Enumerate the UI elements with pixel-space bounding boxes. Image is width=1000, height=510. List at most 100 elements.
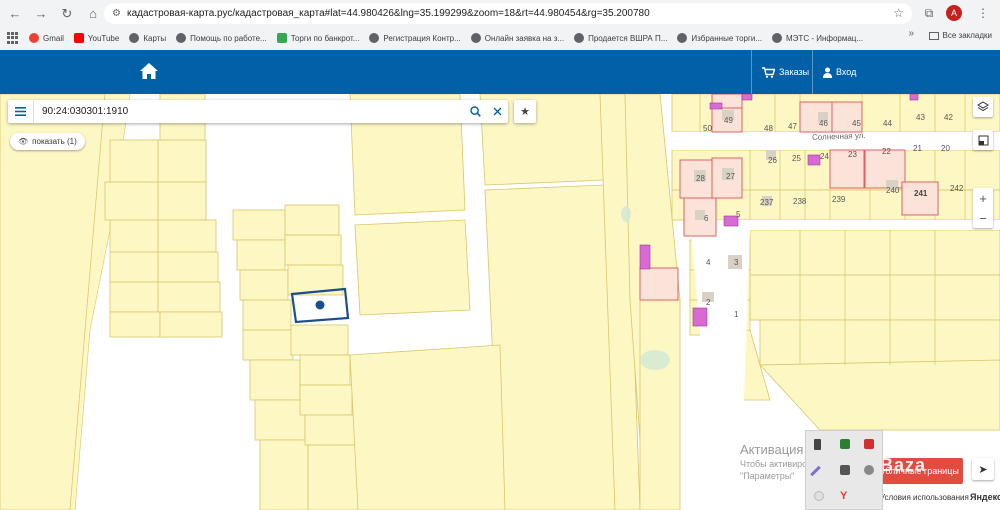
- eye-icon: 👁: [18, 137, 29, 146]
- yandex-icon[interactable]: Y: [840, 491, 847, 502]
- globe-icon: [772, 33, 783, 43]
- parcel-number: 42: [944, 113, 953, 122]
- parcel-number: 5: [736, 210, 741, 219]
- user-icon: [823, 67, 832, 78]
- bookmark-star-icon[interactable]: ☆: [893, 6, 904, 20]
- bookmark-favorite-auctions[interactable]: Избранные торги...: [677, 33, 762, 43]
- extensions-icon[interactable]: ⧉: [918, 2, 940, 24]
- parcel-number: 240: [886, 186, 900, 195]
- bookmark-online-request[interactable]: Онлайн заявка на з...: [470, 33, 564, 43]
- shield-icon[interactable]: [840, 439, 850, 449]
- globe-icon: [369, 33, 380, 43]
- menu-kebab-icon[interactable]: ⋮: [972, 2, 994, 24]
- geolocation-icon[interactable]: ➤: [972, 458, 994, 480]
- parcel-number: 44: [883, 119, 892, 128]
- zoom-in-icon[interactable]: +: [973, 188, 993, 208]
- globe-icon: [574, 33, 585, 43]
- parcel-number: 21: [913, 144, 922, 153]
- reload-icon[interactable]: ↻: [56, 3, 78, 25]
- settings-icon[interactable]: [864, 465, 874, 475]
- system-tray-popup: Y: [805, 430, 883, 510]
- bookmark-sale[interactable]: Продается ВШРА П...: [574, 33, 667, 43]
- browser-chrome: ← → ↻ ⌂ ⚙ кадастровая-карта.рус/кадастро…: [0, 0, 1000, 50]
- parcel-number: 3: [734, 258, 739, 267]
- parcel-number: 237: [760, 198, 774, 207]
- bookmark-mets[interactable]: МЭТС - Информац...: [772, 33, 863, 43]
- cloud-icon[interactable]: [814, 491, 824, 501]
- map-provider: Яндекс: [970, 492, 1000, 502]
- header-divider: [751, 50, 752, 94]
- globe-icon: [176, 33, 187, 43]
- globe-icon: [470, 33, 481, 43]
- address-text: кадастровая-карта.рус/кадастровая_карта#…: [126, 8, 650, 19]
- parcel-number: 25: [792, 154, 801, 163]
- site-icon: [276, 33, 287, 43]
- bookmark-help[interactable]: Помощь по работе...: [176, 33, 267, 43]
- globe-icon: [129, 33, 140, 43]
- basemap-icon[interactable]: [973, 130, 993, 150]
- parcel-number: 49: [724, 116, 733, 125]
- parcel-number: 20: [941, 144, 950, 153]
- menu-hamburger-icon[interactable]: [8, 100, 34, 123]
- parcel-number: 22: [882, 147, 891, 156]
- parcel-number: 43: [916, 113, 925, 122]
- bookmark-gmail[interactable]: Gmail: [29, 33, 64, 43]
- mail-icon[interactable]: [840, 465, 850, 475]
- parcel-number: 46: [819, 119, 828, 128]
- profile-avatar[interactable]: A: [946, 5, 962, 21]
- search-input[interactable]: 90:24:030301:1910: [34, 106, 464, 117]
- folder-icon: [928, 31, 939, 40]
- cadastral-search: 90:24:030301:1910: [8, 100, 508, 123]
- youtube-icon: [73, 33, 84, 43]
- forward-icon[interactable]: →: [30, 3, 52, 25]
- orders-button[interactable]: Заказы: [762, 50, 809, 94]
- bookmark-youtube[interactable]: YouTube: [73, 33, 119, 43]
- parcel-number: 27: [726, 172, 735, 181]
- search-icon[interactable]: [464, 100, 486, 123]
- app-icon[interactable]: [864, 439, 874, 449]
- show-results-button[interactable]: 👁 показать (1): [10, 133, 85, 150]
- zoom-out-icon[interactable]: −: [973, 208, 993, 228]
- clear-icon[interactable]: [486, 100, 508, 123]
- cart-icon: [762, 66, 775, 78]
- apps-grid-icon[interactable]: [7, 32, 19, 44]
- parcel-number: 1: [734, 310, 739, 319]
- parcel-number: 24: [820, 152, 829, 161]
- login-button[interactable]: Вход: [823, 50, 856, 94]
- layers-icon[interactable]: [973, 97, 993, 117]
- brand-watermark: Baza: [880, 455, 927, 475]
- home-icon[interactable]: [139, 61, 159, 81]
- phone-icon[interactable]: [814, 439, 821, 450]
- parcel-number: 23: [848, 150, 857, 159]
- parcel-number: 28: [696, 174, 705, 183]
- header-divider: [812, 50, 813, 94]
- bookmarks-more[interactable]: »: [908, 28, 914, 39]
- parcel-number: 45: [852, 119, 861, 128]
- site-info-icon[interactable]: ⚙: [112, 8, 121, 19]
- parcel-number: 47: [788, 122, 797, 131]
- parcel-number: 6: [704, 214, 709, 223]
- globe-icon: [677, 33, 688, 43]
- home-icon[interactable]: ⌂: [82, 3, 104, 25]
- terms-link[interactable]: Условия использования: [880, 493, 969, 502]
- parcel-number: 26: [768, 156, 777, 165]
- parcel-number: 48: [764, 124, 773, 133]
- parcel-number: 239: [832, 195, 846, 204]
- address-bar[interactable]: ⚙ кадастровая-карта.рус/кадастровая_карт…: [104, 3, 912, 24]
- bookmarks-bar: Gmail YouTube Карты Помощь по работе... …: [0, 28, 1000, 48]
- all-bookmarks[interactable]: Все закладки: [928, 31, 992, 40]
- back-icon[interactable]: ←: [4, 3, 26, 25]
- street-label: Солнечная ул.: [811, 131, 866, 142]
- parcel-number: 4: [706, 258, 711, 267]
- zoom-control: + −: [973, 188, 993, 228]
- gmail-icon: [29, 33, 39, 43]
- bookmark-registration[interactable]: Регистрация Контр...: [369, 33, 461, 43]
- favorite-star-icon[interactable]: ★: [514, 100, 536, 123]
- parcel-number: 2: [706, 298, 711, 307]
- parcel-number: 238: [793, 197, 807, 206]
- parcel-number: 241: [914, 189, 928, 198]
- bookmark-bankrot[interactable]: Торги по банкрот...: [276, 33, 359, 43]
- bookmark-maps[interactable]: Карты: [129, 33, 166, 43]
- parcel-number: 242: [950, 184, 964, 193]
- pen-icon[interactable]: [810, 465, 821, 477]
